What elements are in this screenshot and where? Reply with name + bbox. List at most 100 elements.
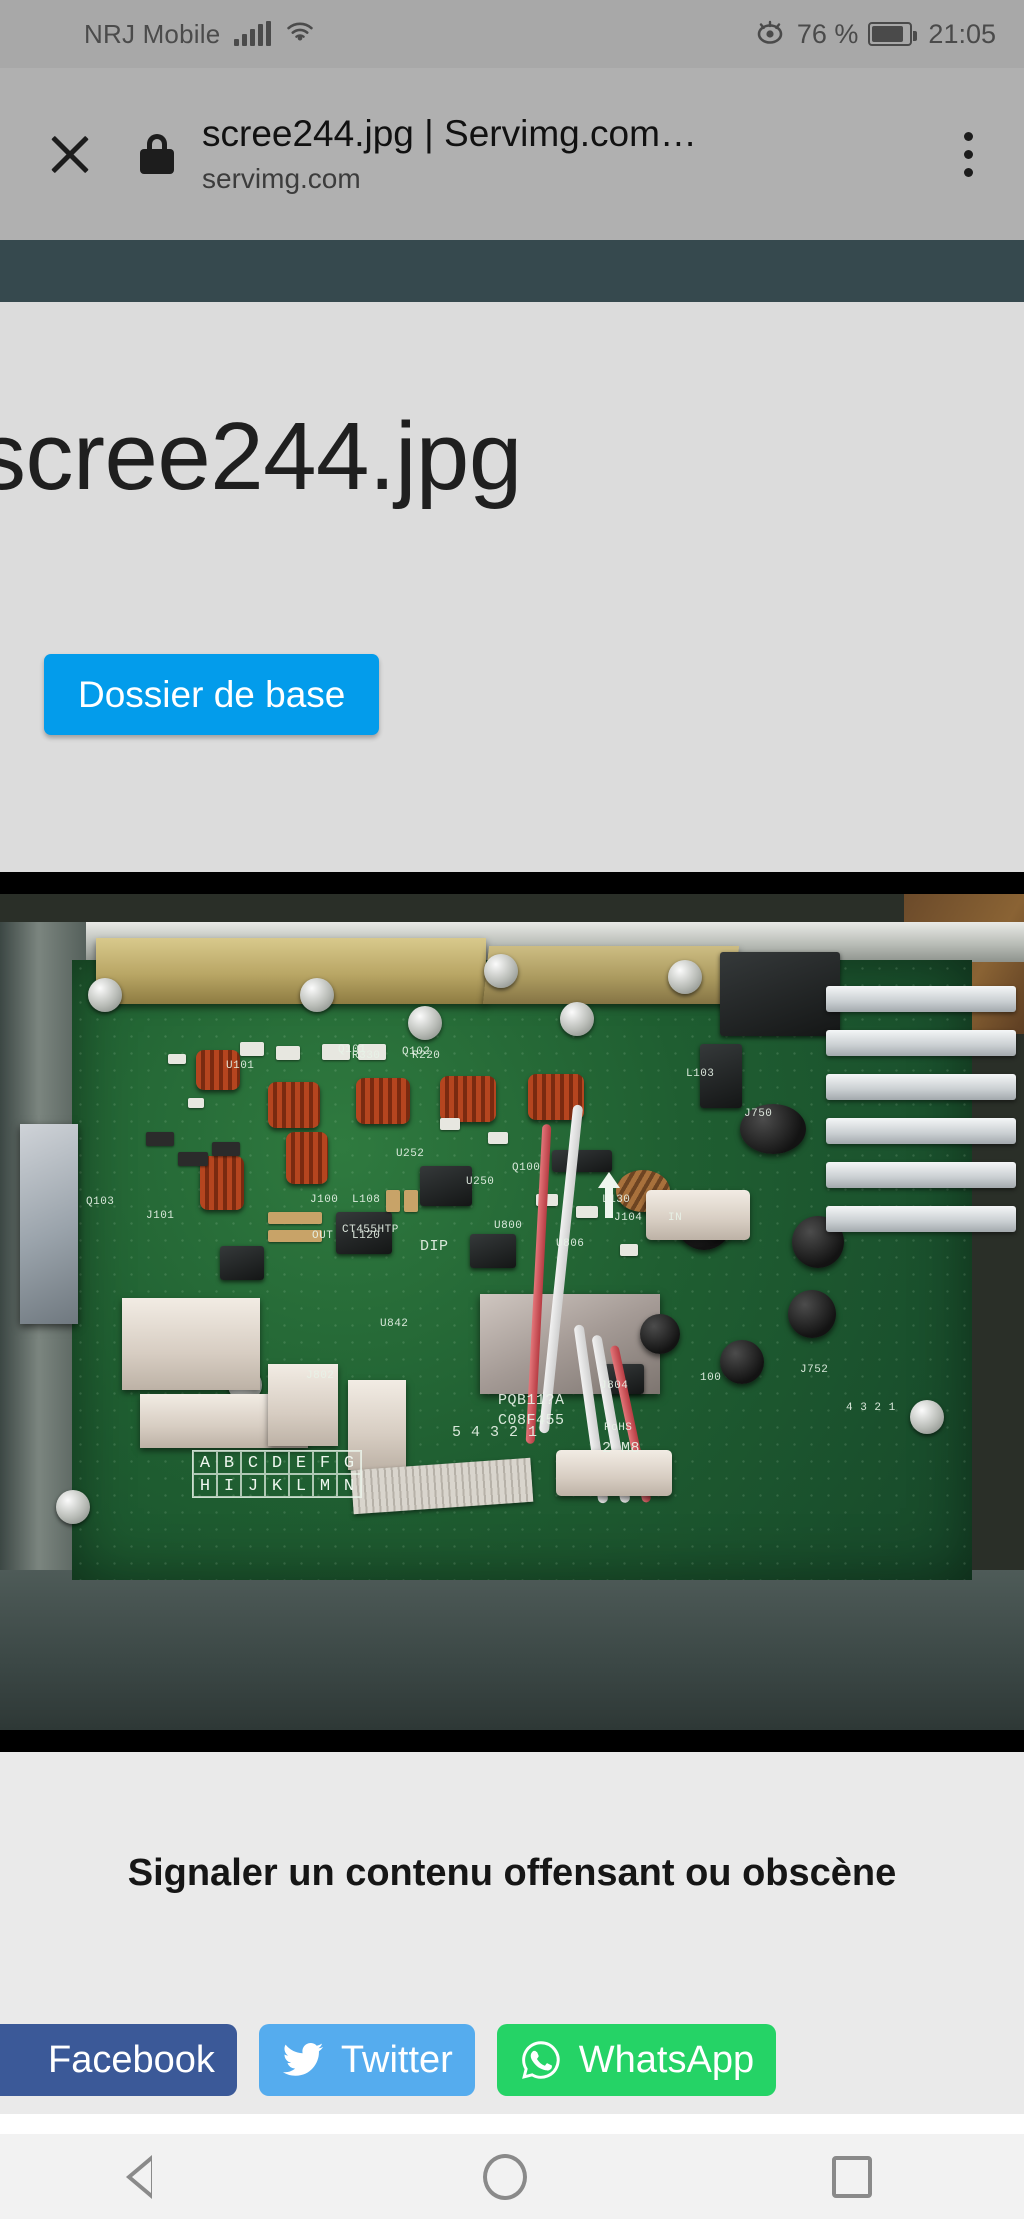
metal-shield-can bbox=[20, 1124, 78, 1324]
carrier-label: NRJ Mobile bbox=[84, 18, 221, 49]
mounting-screw bbox=[484, 954, 518, 988]
share-twitter-button[interactable]: Twitter bbox=[258, 2024, 475, 2096]
facebook-icon bbox=[0, 2038, 32, 2082]
silkscreen-label: 4 3 2 1 bbox=[846, 1402, 896, 1414]
integrated-circuit bbox=[552, 1150, 612, 1172]
silkscreen-label: U101 bbox=[226, 1060, 255, 1072]
mounting-screw bbox=[560, 1002, 594, 1036]
smd-resistor bbox=[240, 1042, 264, 1056]
smd-diode bbox=[212, 1142, 240, 1156]
image-heading: scree244.jpg bbox=[0, 403, 522, 510]
smd-component bbox=[440, 1118, 460, 1130]
silkscreen-label: R330 bbox=[352, 1050, 381, 1062]
grid-cell: M bbox=[313, 1474, 337, 1497]
power-transistor bbox=[720, 952, 840, 1036]
silkscreen-label: U252 bbox=[396, 1148, 425, 1160]
rf-coil bbox=[268, 1082, 320, 1128]
silkscreen-label: U250 bbox=[466, 1176, 495, 1188]
grid-cell: B bbox=[217, 1451, 241, 1474]
site-header-bar bbox=[0, 240, 1024, 302]
home-nav-icon[interactable] bbox=[482, 2153, 527, 2200]
grid-cell: D bbox=[265, 1451, 289, 1474]
wifi-icon bbox=[285, 20, 315, 49]
smd-diode bbox=[146, 1132, 174, 1146]
url-label: servimg.com bbox=[202, 163, 361, 195]
silkscreen-label: J752 bbox=[800, 1364, 829, 1376]
smd-resistor bbox=[276, 1046, 300, 1060]
close-icon[interactable] bbox=[36, 120, 104, 188]
silkscreen-label: J101 bbox=[146, 1210, 175, 1222]
whatsapp-icon bbox=[519, 2038, 563, 2082]
silkscreen-label: L108 bbox=[352, 1194, 381, 1206]
smd-component bbox=[620, 1244, 638, 1256]
mounting-screw bbox=[668, 960, 702, 994]
filter-module bbox=[122, 1298, 260, 1390]
status-bar-right: 76 % 21:05 bbox=[753, 19, 996, 50]
silkscreen-label: U842 bbox=[380, 1318, 409, 1330]
share-facebook-button[interactable]: Facebook bbox=[0, 2024, 237, 2096]
silkscreen-label: CT455HTP bbox=[342, 1224, 399, 1236]
status-bar: NRJ Mobile 76 % 21:05 bbox=[0, 0, 1024, 68]
share-whatsapp-button[interactable]: WhatsApp bbox=[496, 2024, 777, 2096]
rf-coil bbox=[356, 1078, 410, 1124]
mounting-screw bbox=[300, 978, 334, 1012]
grid-cell: F bbox=[313, 1451, 337, 1474]
silkscreen-label: DIP bbox=[420, 1238, 449, 1255]
phone-screen: NRJ Mobile 76 % 21:05 scree244.jpg | Ser… bbox=[0, 0, 1024, 2219]
smd-pad bbox=[404, 1190, 418, 1212]
smd-component bbox=[168, 1054, 186, 1064]
smd-component bbox=[576, 1206, 598, 1218]
share-twitter-label: Twitter bbox=[340, 2038, 453, 2081]
grid-cell: L bbox=[289, 1474, 313, 1497]
smd-diode bbox=[178, 1152, 208, 1166]
grid-cell: E bbox=[289, 1451, 313, 1474]
grid-cell: N bbox=[337, 1474, 361, 1497]
page-content: scree244.jpg Dossier de base bbox=[0, 302, 1024, 872]
silkscreen-label: PQB11?A bbox=[498, 1392, 565, 1409]
grid-cell: K bbox=[265, 1474, 289, 1497]
grid-cell: H bbox=[193, 1474, 217, 1497]
silkscreen-label: IN bbox=[668, 1212, 683, 1224]
grid-cell: C bbox=[241, 1451, 265, 1474]
clock-label: 21:05 bbox=[928, 18, 996, 49]
overflow-menu-icon[interactable] bbox=[936, 114, 1000, 194]
silkscreen-label: Q100 bbox=[512, 1162, 541, 1174]
circuit-board-photo: Q101 Q102 Q103 J101 J100 OUT L108 L120 D… bbox=[0, 894, 1024, 1730]
back-nav-icon[interactable] bbox=[126, 2154, 178, 2199]
image-viewer[interactable]: Q101 Q102 Q103 J101 J100 OUT L108 L120 D… bbox=[0, 872, 1024, 1752]
eye-comfort-icon bbox=[753, 19, 787, 50]
grid-cell: A bbox=[193, 1451, 217, 1474]
browser-toolbar: scree244.jpg | Servimg.com… servimg.com bbox=[0, 68, 1024, 240]
white-connector-housing bbox=[646, 1190, 750, 1240]
dossier-de-base-button[interactable]: Dossier de base bbox=[44, 654, 380, 735]
status-bar-left: NRJ Mobile bbox=[84, 19, 315, 50]
pcb-letter-grid: A B C D E F G H I J K L M N bbox=[192, 1450, 362, 1498]
rf-coil bbox=[286, 1132, 328, 1184]
silkscreen-label: U806 bbox=[556, 1238, 585, 1250]
toolbar-text-block[interactable]: scree244.jpg | Servimg.com… servimg.com bbox=[198, 113, 936, 196]
mounting-screw bbox=[56, 1490, 90, 1524]
lock-icon bbox=[140, 134, 174, 174]
chassis-bottom-panel bbox=[0, 1570, 1024, 1730]
grid-cell: J bbox=[241, 1474, 265, 1497]
silkscreen-label: OUT bbox=[312, 1230, 334, 1242]
integrated-circuit bbox=[220, 1246, 264, 1280]
smd-component bbox=[488, 1132, 508, 1144]
smd-pad bbox=[268, 1212, 322, 1224]
silkscreen-label: 2 M8 bbox=[602, 1440, 641, 1457]
smd-component bbox=[188, 1098, 204, 1108]
page-title-bar: scree244.jpg | Servimg.com… bbox=[202, 112, 697, 154]
report-offensive-link[interactable]: Signaler un contenu offensant ou obscène bbox=[0, 1852, 1024, 1895]
twitter-bird-icon bbox=[281, 2038, 325, 2082]
electrolytic-capacitor bbox=[788, 1290, 836, 1338]
battery-icon bbox=[868, 22, 918, 46]
silkscreen-label: 100 bbox=[700, 1372, 722, 1384]
silkscreen-label: J750 bbox=[744, 1108, 773, 1120]
gold-heatsink-bar-left bbox=[96, 938, 486, 1004]
recents-nav-icon[interactable] bbox=[831, 2155, 872, 2198]
grid-cell: G bbox=[337, 1451, 361, 1474]
mounting-screw bbox=[408, 1006, 442, 1040]
signal-bars-icon bbox=[234, 21, 272, 46]
electrolytic-capacitor bbox=[720, 1340, 764, 1384]
share-whatsapp-label: WhatsApp bbox=[578, 2038, 755, 2081]
